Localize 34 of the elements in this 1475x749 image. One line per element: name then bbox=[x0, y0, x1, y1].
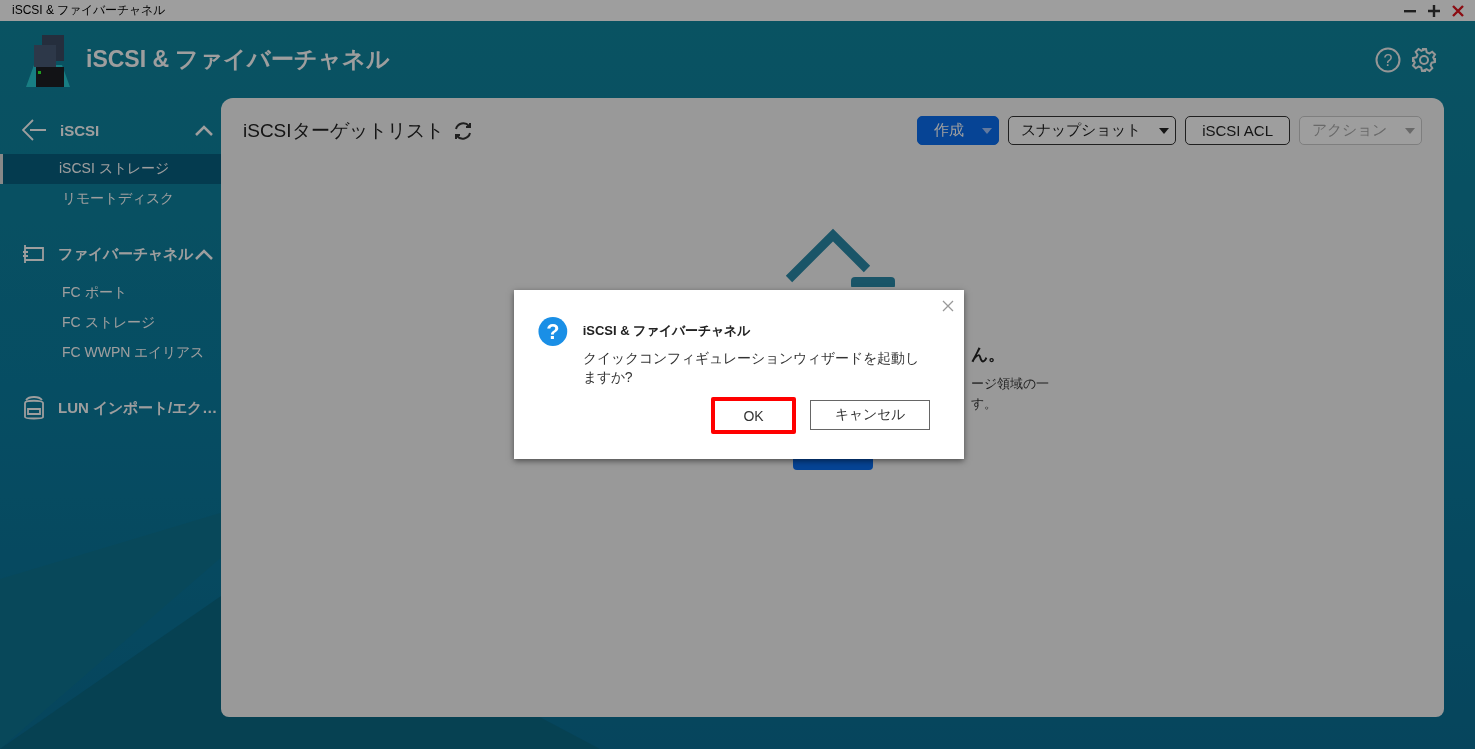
dialog-message: クイックコンフィギュレーションウィザードを起動しますか? bbox=[582, 349, 920, 387]
sidebar-group[interactable]: iSCSI bbox=[0, 108, 221, 152]
panel-title: iSCSIターゲットリスト bbox=[243, 118, 444, 143]
sidebar-item[interactable]: FC ポート bbox=[0, 278, 221, 308]
close-icon[interactable] bbox=[1451, 3, 1465, 18]
cancel-button[interactable]: キャンセル bbox=[810, 400, 930, 430]
caret-icon bbox=[982, 127, 993, 134]
chevron-up-icon bbox=[195, 124, 213, 136]
window-title: iSCSI & ファイバーチャネル bbox=[12, 2, 166, 19]
help-icon[interactable]: ? bbox=[1375, 46, 1401, 73]
empty-description: ージ領域の一 bbox=[970, 375, 1049, 393]
sidebar-item[interactable]: FC WWPN エイリアス bbox=[0, 338, 221, 368]
empty-description: す。 bbox=[970, 395, 997, 413]
create-button[interactable]: 作成 bbox=[917, 116, 1000, 145]
dropdown-button[interactable]: スナップショット bbox=[1008, 116, 1177, 145]
app-title: iSCSI & ファイバーチャネル bbox=[86, 45, 391, 74]
caret-icon bbox=[1405, 127, 1415, 134]
settings-icon[interactable] bbox=[1411, 46, 1437, 73]
empty-heading: ん。 bbox=[970, 344, 1005, 366]
sidebar-group[interactable]: LUN インポート/エク… bbox=[0, 386, 221, 430]
sidebar-group[interactable]: ファイバーチャネル bbox=[0, 232, 221, 276]
port-icon bbox=[22, 243, 46, 265]
caret-icon bbox=[1159, 127, 1170, 134]
sidebar-item[interactable]: FC ストレージ bbox=[0, 308, 221, 338]
toolbar-button[interactable]: iSCSI ACL bbox=[1185, 116, 1290, 145]
ok-button[interactable]: OK bbox=[711, 397, 796, 434]
chevron-up-icon bbox=[195, 248, 213, 260]
maximize-icon[interactable] bbox=[1427, 3, 1441, 18]
sidebar-item[interactable]: iSCSI ストレージ bbox=[0, 154, 221, 184]
server-logo-drawing bbox=[24, 32, 72, 87]
question-icon: ? bbox=[538, 315, 568, 348]
sidebar-item[interactable]: リモートディスク bbox=[0, 184, 221, 214]
dialog-title: iSCSI & ファイバーチャネル bbox=[582, 322, 752, 340]
close-icon[interactable] bbox=[942, 300, 954, 312]
